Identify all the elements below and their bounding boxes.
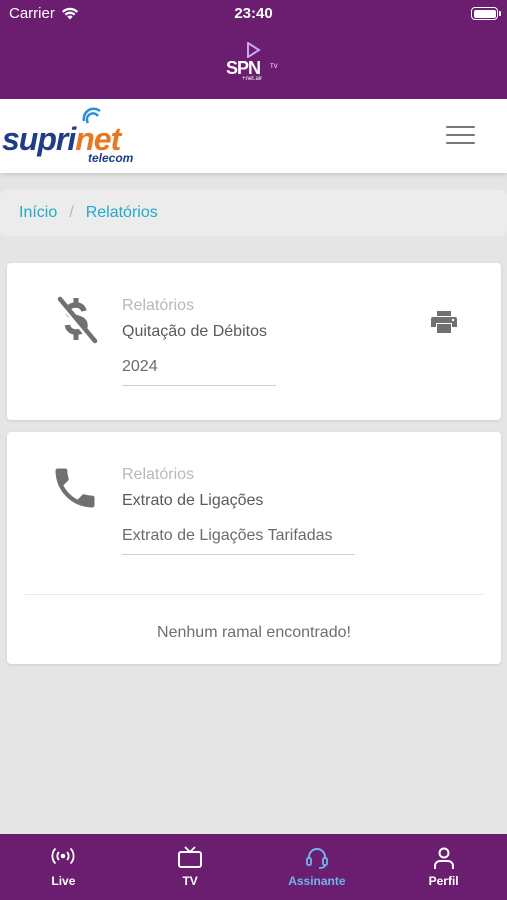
brand-subtitle: telecom [88,151,134,165]
card-category-label: Relatórios [122,297,195,314]
empty-extensions-message: Nenhum ramal encontrado! [157,624,351,641]
tab-label: Perfil [428,874,459,888]
card-title: Extrato de Ligações [122,492,264,509]
card-category-label: Relatórios [122,466,195,483]
spn-logo: SPN TV +net.air [222,42,282,82]
print-icon[interactable] [431,311,457,333]
breadcrumb: Início / Relatórios [0,190,507,236]
card-title: Quitação de Débitos [122,323,267,340]
year-select[interactable]: 2024 [122,358,276,386]
battery-icon [471,7,501,20]
dollar-off-icon [56,296,98,346]
tab-assinante[interactable]: Assinante [254,834,381,900]
statement-type-select[interactable]: Extrato de Ligações Tarifadas [122,527,355,555]
breadcrumb-home[interactable]: Início [19,204,57,222]
breadcrumb-current[interactable]: Relatórios [86,204,158,222]
tab-live[interactable]: Live [0,834,127,900]
tv-icon [178,846,203,868]
brand-name-part1: supri [2,121,76,157]
person-icon [433,847,454,869]
report-card-debt-clearance: Relatórios Quitação de Débitos 2024 [7,263,501,420]
tab-label: TV [182,874,198,888]
spn-logo-tv: TV [270,64,278,70]
tab-tv[interactable]: TV [127,834,254,900]
report-card-call-statement: Relatórios Extrato de Ligações Extrato d… [7,432,501,664]
brand-header: suprinet telecom [0,99,507,173]
tab-label: Assinante [288,874,346,888]
status-bar: Carrier 23:40 [0,0,507,28]
phone-icon [55,468,95,508]
menu-icon[interactable] [446,126,476,146]
bottom-tab-bar: Live TV Assinante Perfil [0,834,507,900]
headset-icon [305,848,328,869]
spn-logo-sub: +net.air [242,76,263,82]
divider [25,594,483,595]
tab-label: Live [51,874,76,888]
play-logo-icon [247,42,261,58]
tab-perfil[interactable]: Perfil [380,834,507,900]
live-broadcast-icon [51,847,75,865]
suprinet-logo: suprinet telecom [2,105,152,165]
status-time: 23:40 [234,5,273,22]
breadcrumb-separator: / [69,204,74,221]
